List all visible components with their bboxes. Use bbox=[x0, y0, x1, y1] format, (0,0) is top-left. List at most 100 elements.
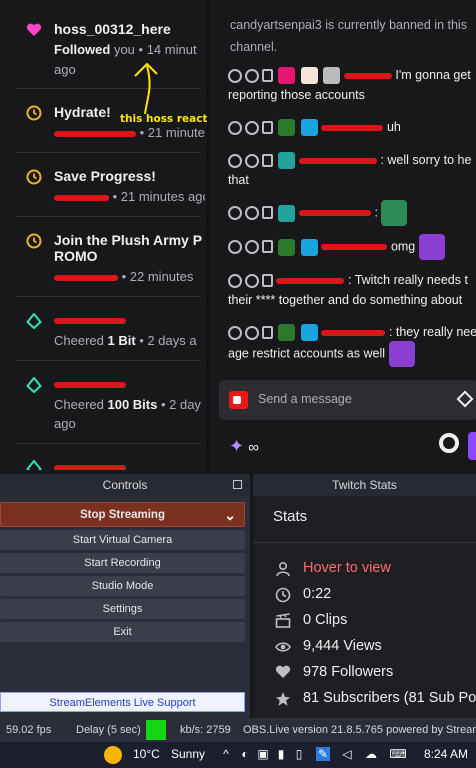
exit-button[interactable]: Exit bbox=[0, 622, 245, 642]
chat-message[interactable]: : Twitch really needs t their **** toget… bbox=[228, 269, 476, 311]
chat-input[interactable]: Send a message bbox=[219, 380, 476, 420]
timeout-icon[interactable] bbox=[245, 153, 259, 168]
sun-icon[interactable] bbox=[104, 746, 122, 764]
redaction-mark bbox=[321, 244, 388, 250]
redaction-mark bbox=[54, 318, 126, 325]
delete-icon[interactable] bbox=[262, 325, 273, 339]
chat-message[interactable]: uh bbox=[228, 116, 476, 138]
stat-value: 978 Followers bbox=[303, 664, 394, 680]
clock-time[interactable]: 8:24 AM bbox=[424, 747, 468, 761]
divider bbox=[16, 88, 201, 89]
delete-icon[interactable] bbox=[262, 206, 273, 219]
ban-icon[interactable] bbox=[228, 206, 242, 220]
settings-button[interactable]: Settings bbox=[0, 599, 245, 619]
camera-icon[interactable] bbox=[229, 391, 248, 409]
timeout-icon[interactable] bbox=[245, 206, 259, 220]
ban-icon[interactable] bbox=[228, 153, 242, 168]
mod-actions[interactable] bbox=[228, 206, 273, 220]
chat-input-placeholder: Send a message bbox=[258, 392, 352, 406]
network-icon[interactable]: ▯ bbox=[292, 747, 306, 761]
timeout-icon[interactable] bbox=[245, 273, 259, 288]
activity-time: • 2 day bbox=[157, 397, 201, 412]
stat-row[interactable]: Hover to view bbox=[275, 559, 476, 579]
channel-points[interactable]: ✦ ∞ bbox=[229, 436, 259, 457]
stat-value[interactable]: Hover to view bbox=[303, 560, 391, 576]
ban-icon[interactable] bbox=[228, 68, 242, 83]
timeout-icon[interactable] bbox=[245, 120, 259, 135]
badge-icon bbox=[300, 238, 318, 256]
mod-actions[interactable] bbox=[228, 240, 273, 254]
weather-condition[interactable]: Sunny bbox=[171, 747, 205, 761]
controls-dock: Controls Stop Streaming ⌄ Start Virtual … bbox=[0, 474, 250, 718]
timeout-icon[interactable] bbox=[245, 68, 259, 83]
activity-time: • 22 minutes bbox=[118, 269, 194, 284]
message-text-line2: age restrict accounts as well bbox=[228, 341, 476, 367]
mod-actions[interactable] bbox=[228, 153, 273, 168]
studio-mode-button[interactable]: Studio Mode bbox=[0, 576, 245, 596]
headset-icon[interactable]: ◐ bbox=[238, 747, 252, 761]
chat-message[interactable]: : well sorry to he that bbox=[228, 149, 476, 191]
delete-icon[interactable] bbox=[262, 153, 273, 167]
activity-title-line2: ROMO bbox=[54, 248, 98, 264]
activity-feed: hoss_00312_here Followed you • 14 minut … bbox=[0, 0, 205, 470]
chevron-up-icon[interactable]: ^ bbox=[219, 747, 233, 761]
stat-row: 978 Followers bbox=[275, 663, 476, 683]
ban-icon[interactable] bbox=[228, 240, 242, 254]
timer-icon bbox=[25, 104, 43, 122]
delete-icon[interactable] bbox=[262, 68, 273, 82]
clock-icon bbox=[275, 587, 291, 603]
timeout-icon[interactable] bbox=[245, 240, 259, 254]
channel-points-value: ∞ bbox=[248, 439, 259, 456]
streamelements-support-button[interactable]: StreamElements Live Support bbox=[0, 692, 245, 712]
bits-icon bbox=[25, 376, 43, 394]
chat-message[interactable]: I'm gonna get reporting those accounts bbox=[228, 64, 476, 106]
mod-actions[interactable] bbox=[228, 325, 273, 340]
badge-icon bbox=[278, 67, 296, 85]
weather-temp[interactable]: 10°C bbox=[133, 747, 160, 761]
chevron-down-icon[interactable]: ⌄ bbox=[224, 503, 236, 528]
mod-actions[interactable] bbox=[228, 68, 273, 83]
frog-emote-icon bbox=[381, 200, 408, 226]
delete-icon[interactable] bbox=[262, 240, 273, 253]
microphone-icon[interactable]: ▮ bbox=[274, 747, 288, 761]
keyboard-icon[interactable]: ⌨ bbox=[388, 747, 408, 761]
chat-message[interactable]: omg bbox=[228, 234, 476, 260]
ban-icon[interactable] bbox=[228, 120, 242, 135]
badge-icon bbox=[278, 238, 296, 256]
badge-icon bbox=[278, 152, 296, 170]
start-recording-button[interactable]: Start Recording bbox=[0, 553, 245, 573]
chat-footer: ✦ ∞ bbox=[219, 430, 476, 462]
chat-message[interactable]: : bbox=[228, 200, 476, 226]
bitrate-readout: kb/s: 2759 bbox=[180, 724, 231, 736]
redaction-mark bbox=[54, 130, 136, 137]
windows-taskbar: 10°C Sunny ^ ◐ ▣ ▮ ▯ ✎ ◁ ☁ ⌨ 8:24 AM bbox=[0, 742, 476, 768]
delete-icon[interactable] bbox=[262, 120, 273, 134]
channel-points-icon: ✦ bbox=[229, 436, 245, 456]
redaction-mark bbox=[298, 157, 377, 164]
redaction-mark bbox=[54, 382, 126, 389]
ban-icon[interactable] bbox=[228, 273, 242, 288]
ban-icon[interactable] bbox=[228, 325, 242, 340]
popout-icon[interactable] bbox=[233, 480, 242, 489]
cloud-icon[interactable]: ☁ bbox=[364, 747, 378, 761]
pen-icon[interactable]: ✎ bbox=[316, 747, 330, 761]
bits-icon[interactable] bbox=[456, 390, 474, 408]
start-virtual-camera-button[interactable]: Start Virtual Camera bbox=[0, 530, 245, 550]
activity-title bbox=[54, 376, 205, 392]
stop-streaming-button[interactable]: Stop Streaming ⌄ bbox=[0, 502, 245, 527]
mod-actions[interactable] bbox=[228, 273, 273, 288]
mod-actions[interactable] bbox=[228, 120, 273, 135]
chat-message[interactable]: : they really nee age restrict accounts … bbox=[228, 321, 476, 367]
badge-icon bbox=[278, 119, 296, 137]
gear-icon[interactable] bbox=[439, 433, 459, 453]
divider bbox=[16, 216, 201, 217]
timeout-icon[interactable] bbox=[245, 325, 259, 340]
app-tray-icon[interactable]: ▣ bbox=[256, 747, 270, 761]
stat-value: 0 Clips bbox=[303, 612, 348, 628]
delete-icon[interactable] bbox=[262, 273, 273, 287]
divider bbox=[253, 542, 476, 543]
speaker-icon[interactable]: ◁ bbox=[340, 747, 354, 761]
chat-button[interactable] bbox=[468, 432, 476, 460]
screenshot-root: hoss_00312_here Followed you • 14 minut … bbox=[0, 0, 476, 768]
ban-notice: candyartsenpai3 is currently banned in t… bbox=[230, 14, 476, 58]
